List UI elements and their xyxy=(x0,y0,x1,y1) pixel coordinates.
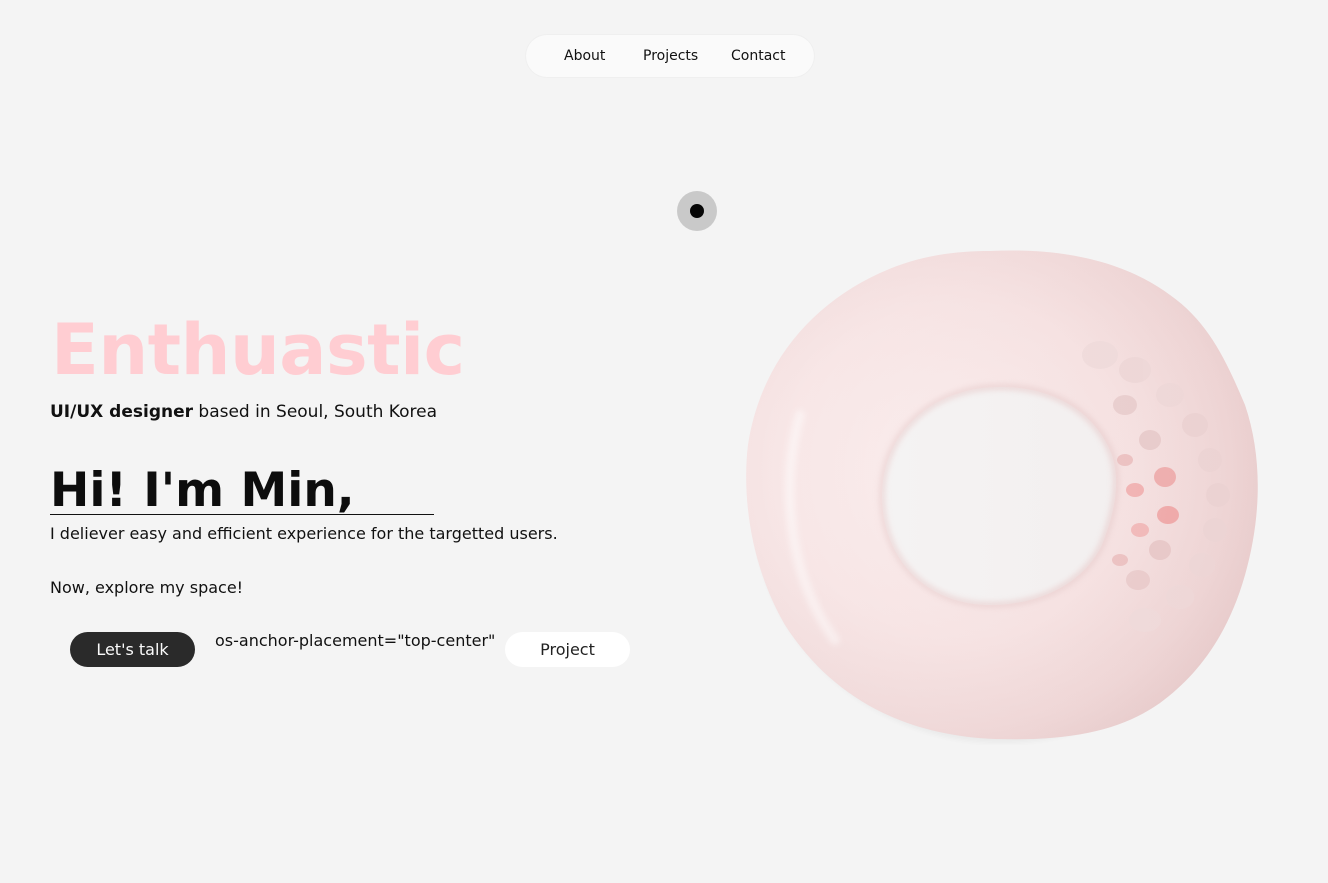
cursor-dot-icon xyxy=(677,191,717,231)
hero-tagline: I deliever easy and efficient experience… xyxy=(50,524,558,543)
top-nav: About Projects Contact xyxy=(526,35,814,77)
lets-talk-button[interactable]: Let's talk xyxy=(70,632,195,667)
stray-attribute-text: os-anchor-placement="top-center" xyxy=(215,631,496,650)
nav-projects-link[interactable]: Projects xyxy=(643,47,698,65)
nav-about-link[interactable]: About xyxy=(564,47,605,65)
hero-subtitle-location: based in Seoul, South Korea xyxy=(193,402,437,422)
torus-svg xyxy=(746,250,1258,743)
hero-explore-text: Now, explore my space! xyxy=(50,578,244,597)
hero-subtitle-role: UI/UX designer xyxy=(50,402,193,422)
nav-contact-link[interactable]: Contact xyxy=(731,47,785,65)
project-button[interactable]: Project xyxy=(505,632,630,667)
hero-subtitle: UI/UX designer based in Seoul, South Kor… xyxy=(50,401,437,423)
hero-eyebrow-word: Enthuastic xyxy=(51,309,465,391)
hero-greeting: Hi! I'm Min, xyxy=(50,463,355,518)
torus-illustration xyxy=(740,245,1270,745)
greeting-underline xyxy=(50,514,434,515)
